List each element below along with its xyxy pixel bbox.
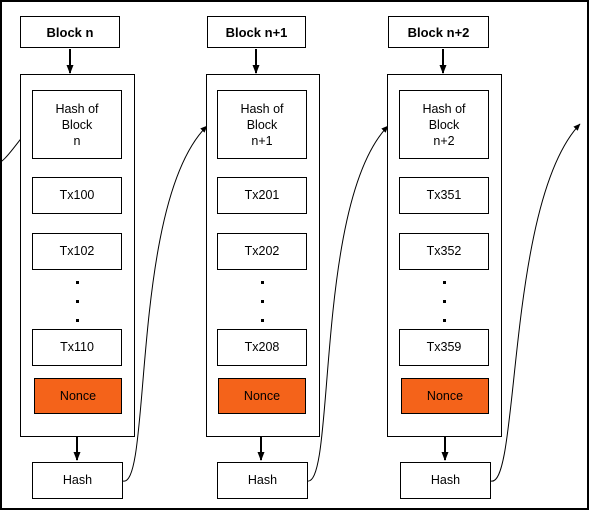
hash-of-block-box-1[interactable]: Hash of Block n+1 [217,90,307,159]
hash-of-block-box-0[interactable]: Hash of Block n [32,90,122,159]
transaction-label-1-1: Tx202 [244,244,280,258]
hash-output-box-1[interactable]: Hash [217,462,308,499]
hash-of-block-line-1-1: Block [246,117,278,132]
nonce-label-2: Nonce [426,388,464,403]
ellipsis-dots-2 [442,281,446,322]
hash-output-label-2: Hash [430,473,461,487]
hash-output-box-0[interactable]: Hash [32,462,123,499]
ellipsis-dot-1-0 [260,281,264,284]
transaction-label-2-tail: Tx359 [426,340,462,354]
ellipsis-dot-1-1 [260,300,264,303]
hash-of-block-line-0-0: Hash of [55,101,99,116]
nonce-label-0: Nonce [59,388,97,403]
transaction-box-2-tail[interactable]: Tx359 [399,329,489,366]
ellipsis-dot-2-2 [442,319,446,322]
transaction-label-1-tail: Tx208 [244,340,280,354]
hash-of-block-box-2[interactable]: Hash of Block n+2 [399,90,489,159]
transaction-box-0-1[interactable]: Tx102 [32,233,122,270]
blockchain-diagram: Block n Hash of Block n Tx100 Tx102 Tx11… [0,0,589,510]
hash-output-label-0: Hash [62,473,93,487]
transaction-box-2-0[interactable]: Tx351 [399,177,489,214]
nonce-box-2[interactable]: Nonce [401,378,489,414]
nonce-box-0[interactable]: Nonce [34,378,122,414]
body-to-hash-arrows [73,435,449,461]
hash-of-block-line-0-1: Block [61,117,93,132]
hash-of-block-line-0-2: n [73,133,81,148]
transaction-label-2-1: Tx352 [426,244,462,258]
hash-of-block-line-2-0: Hash of [422,101,466,116]
transaction-label-0-0: Tx100 [59,188,95,202]
ellipsis-dots-0 [75,281,79,322]
transaction-box-1-0[interactable]: Tx201 [217,177,307,214]
block-header-label-0: Block n [46,24,94,40]
ellipsis-dot-0-1 [75,300,79,303]
block-header-0[interactable]: Block n [20,16,120,48]
block-header-label-1: Block n+1 [225,24,288,40]
hash-output-label-1: Hash [247,473,278,487]
transaction-box-0-0[interactable]: Tx100 [32,177,122,214]
hash-of-block-line-1-2: n+1 [251,133,273,148]
hash-of-block-line-2-1: Block [428,117,460,132]
hash-of-block-line-1-0: Hash of [240,101,284,116]
block-header-label-2: Block n+2 [407,24,470,40]
transaction-label-1-0: Tx201 [244,188,280,202]
ellipsis-dot-1-2 [260,319,264,322]
ellipsis-dots-1 [260,281,264,322]
ellipsis-dot-0-2 [75,319,79,322]
header-to-body-arrows [66,49,447,74]
transaction-box-1-tail[interactable]: Tx208 [217,329,307,366]
transaction-box-1-1[interactable]: Tx202 [217,233,307,270]
transaction-label-0-1: Tx102 [59,244,95,258]
nonce-label-1: Nonce [243,388,281,403]
nonce-box-1[interactable]: Nonce [218,378,306,414]
transaction-box-2-1[interactable]: Tx352 [399,233,489,270]
ellipsis-dot-0-0 [75,281,79,284]
transaction-label-0-tail: Tx110 [60,340,94,354]
ellipsis-dot-2-0 [442,281,446,284]
hash-output-box-2[interactable]: Hash [400,462,491,499]
transaction-label-2-0: Tx351 [426,188,462,202]
transaction-box-0-tail[interactable]: Tx110 [32,329,122,366]
block-header-2[interactable]: Block n+2 [388,16,489,48]
hash-of-block-line-2-2: n+2 [433,133,455,148]
ellipsis-dot-2-1 [442,300,446,303]
block-header-1[interactable]: Block n+1 [207,16,306,48]
